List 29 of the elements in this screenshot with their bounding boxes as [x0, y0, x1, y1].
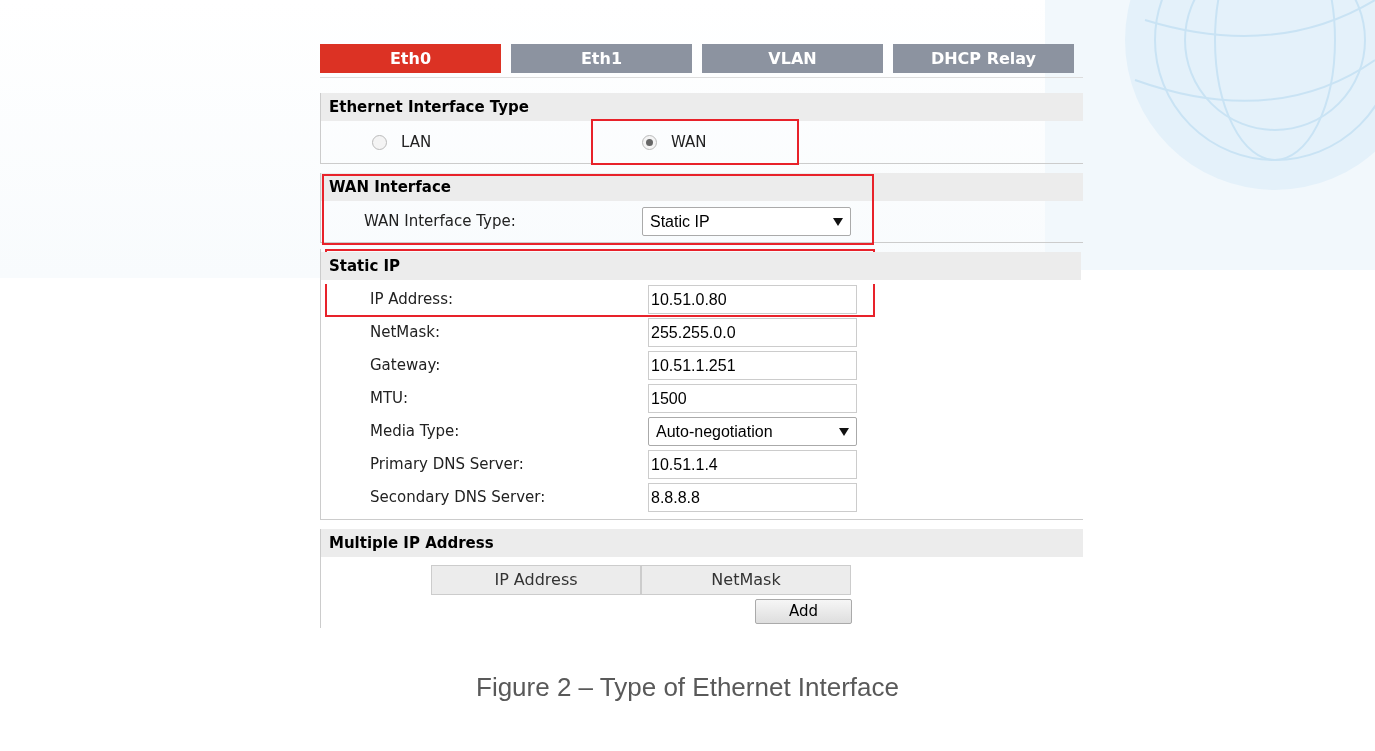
input-field[interactable]: 255.255.0.0	[648, 318, 857, 347]
dropdown[interactable]: Auto-negotiation	[648, 417, 857, 446]
radio-label[interactable]: WAN	[671, 130, 707, 154]
field-label: Primary DNS Server:	[370, 454, 525, 476]
column-header: IP Address	[431, 565, 641, 595]
section-header: Static IP	[321, 252, 1081, 280]
section-header: WAN Interface	[321, 173, 1083, 201]
input-field[interactable]: 8.8.8.8	[648, 483, 857, 512]
field-label: Media Type:	[370, 421, 461, 443]
section-header: Multiple IP Address	[321, 529, 1083, 557]
field-label: Secondary DNS Server:	[370, 487, 547, 509]
field-label: NetMask:	[370, 322, 442, 344]
field-label: MTU:	[370, 388, 410, 410]
field-label: WAN Interface Type:	[364, 211, 517, 233]
section-header: Ethernet Interface Type	[321, 93, 1083, 121]
input-field[interactable]: 10.51.1.251	[648, 351, 857, 380]
caret-icon	[833, 217, 843, 226]
input-field[interactable]: 10.51.1.4	[648, 450, 857, 479]
dropdown[interactable]: Static IP	[642, 207, 851, 236]
field-label: Gateway:	[370, 355, 442, 377]
column-header: NetMask	[641, 565, 851, 595]
input-field[interactable]: 1500	[648, 384, 857, 413]
radio-label[interactable]: LAN	[401, 130, 432, 154]
field-label: IP Address:	[370, 289, 455, 311]
figure-caption: Figure 2 – Type of Ethernet Interface	[476, 671, 899, 704]
caret-icon	[839, 427, 849, 436]
input-field[interactable]: 10.51.0.80	[648, 285, 857, 314]
tab[interactable]: Eth0	[320, 44, 501, 73]
add-button[interactable]: Add	[755, 599, 852, 624]
